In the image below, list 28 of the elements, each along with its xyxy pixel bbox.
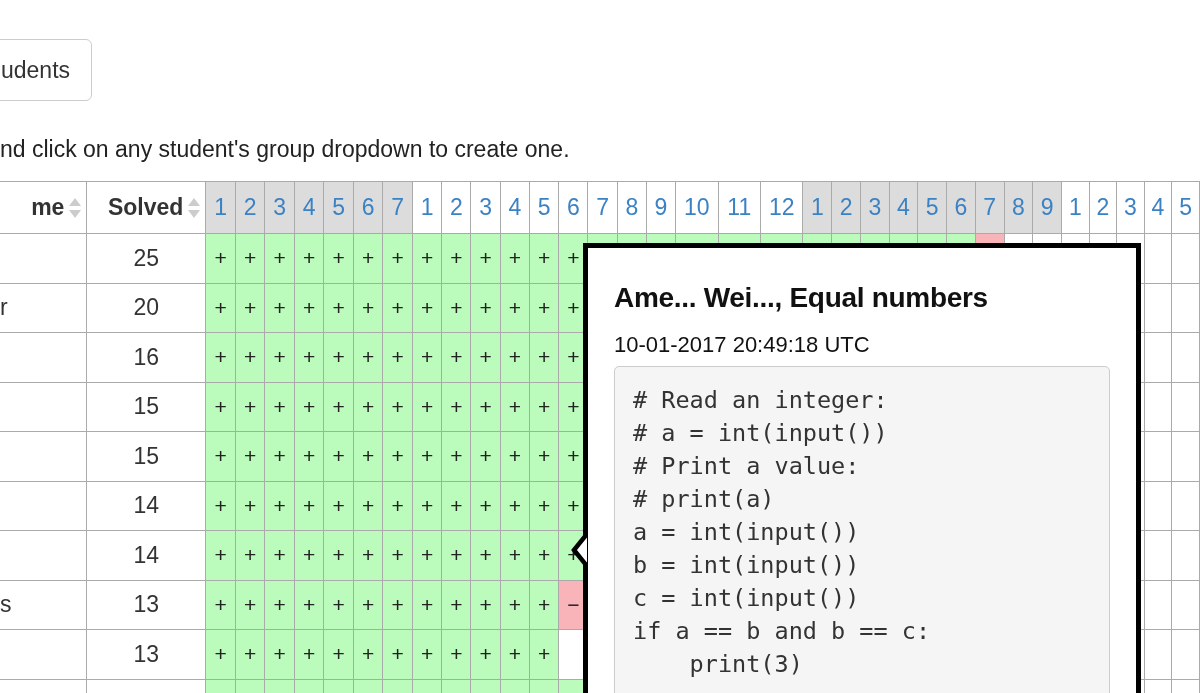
code-line: # a = int(input()) — [633, 418, 889, 449]
submission-time: 10-01-2017 20:49:18 UTC — [614, 332, 871, 358]
students-button[interactable]: udents — [0, 39, 93, 101]
solved-count: 14 — [133, 492, 160, 519]
code-line: a = int(input()) — [633, 517, 861, 548]
solved-count: 15 — [133, 393, 160, 420]
code-line: # print(a) — [633, 484, 776, 515]
code-line: print(3) — [688, 649, 804, 680]
solved-count: 14 — [133, 541, 160, 568]
sort-icon[interactable] — [187, 197, 202, 220]
solved-count: 16 — [133, 343, 160, 370]
sort-icon[interactable] — [68, 197, 83, 220]
code-line: b = int(input()) — [633, 550, 861, 581]
student-name: r — [0, 294, 8, 321]
column-header: me — [31, 194, 65, 221]
solved-count: 25 — [133, 244, 160, 271]
code-line: # Print a value: — [633, 451, 861, 482]
hint-text: nd click on any student's group dropdown to create one. — [0, 135, 571, 164]
solved-count: 13 — [133, 591, 160, 618]
solved-count: 15 — [133, 442, 160, 469]
student-name: s — [0, 591, 12, 618]
code-line: # Read an integer: — [633, 385, 889, 416]
column-header: Solved — [107, 194, 184, 221]
popover-title: Ame... Wei..., Equal numbers — [614, 281, 989, 315]
solved-count: 13 — [133, 640, 160, 667]
code-line: c = int(input()) — [633, 583, 861, 614]
solved-count: 20 — [133, 294, 160, 321]
code-line: if a == b and b == c: — [633, 616, 932, 647]
